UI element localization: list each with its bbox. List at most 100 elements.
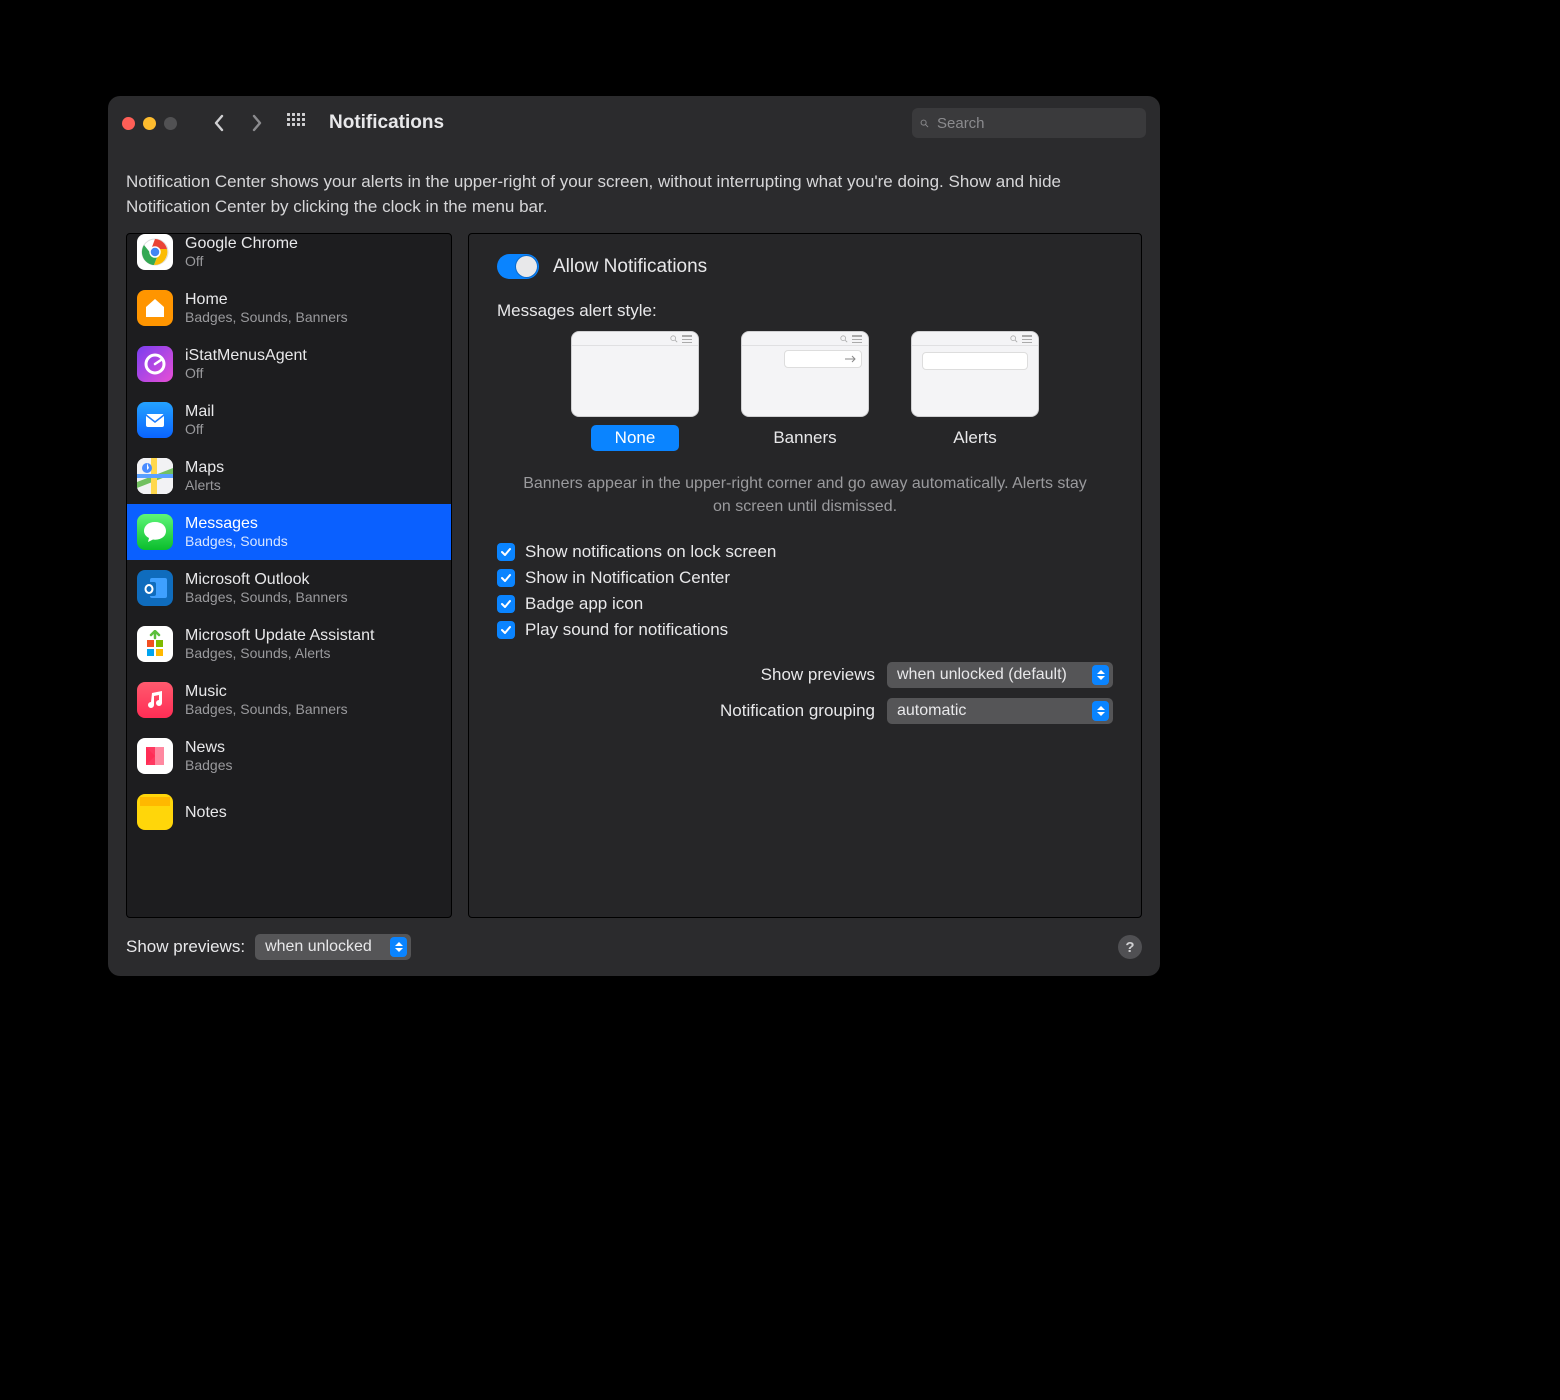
search-field[interactable]: [912, 108, 1146, 138]
app-sub: Badges, Sounds, Alerts: [185, 645, 374, 662]
sidebar-item-microsoft-update-assistant[interactable]: Microsoft Update AssistantBadges, Sounds…: [127, 616, 451, 672]
alert-style-thumb: [911, 331, 1039, 417]
app-sub: Badges, Sounds, Banners: [185, 589, 348, 606]
sidebar-item-music[interactable]: MusicBadges, Sounds, Banners: [127, 672, 451, 728]
app-name: Mail: [185, 402, 214, 421]
sidebar-item-mail[interactable]: MailOff: [127, 392, 451, 448]
sidebar-item-istatmenusagent[interactable]: iStatMenusAgentOff: [127, 336, 451, 392]
footer-previews-label: Show previews:: [126, 937, 245, 957]
alert-style-thumb: [571, 331, 699, 417]
app-sub: Off: [185, 365, 307, 382]
toggle-knob: [516, 256, 537, 277]
stepper-icon: [390, 937, 407, 957]
show-all-button[interactable]: [287, 113, 307, 133]
alert-style-hint: Banners appear in the upper-right corner…: [517, 473, 1093, 518]
sidebar-item-notes[interactable]: Notes: [127, 784, 451, 840]
home-icon: [137, 290, 173, 326]
sidebar-item-google-chrome[interactable]: Google ChromeOff: [127, 233, 451, 280]
notification-settings-panel: Allow Notifications Messages alert style…: [468, 233, 1142, 918]
select-value: when unlocked (default): [897, 666, 1067, 684]
system-preferences-window: Notifications Notification Center shows …: [108, 96, 1160, 976]
checkbox-show-in-notification-center[interactable]: Show in Notification Center: [497, 568, 1113, 588]
window-controls: [122, 117, 177, 130]
alert-style-none[interactable]: None: [571, 331, 699, 451]
help-button[interactable]: ?: [1118, 935, 1142, 959]
checkmark-icon: [497, 595, 515, 613]
body: Google ChromeOffHomeBadges, Sounds, Bann…: [108, 233, 1160, 918]
msupdate-icon: [137, 626, 173, 662]
alert-style-options: None Banners Alerts: [497, 331, 1113, 451]
allow-notifications-label: Allow Notifications: [553, 256, 707, 278]
app-name: Maps: [185, 458, 224, 477]
alert-style-alerts[interactable]: Alerts: [911, 331, 1039, 451]
back-button[interactable]: [205, 109, 233, 137]
sidebar-item-maps[interactable]: MapsAlerts: [127, 448, 451, 504]
sidebar-item-messages[interactable]: MessagesBadges, Sounds: [127, 504, 451, 560]
notification-selects: Show previews when unlocked (default) Noti…: [497, 652, 1113, 724]
checkbox-show-notifications-on-lock-screen[interactable]: Show notifications on lock screen: [497, 542, 1113, 562]
music-icon: [137, 682, 173, 718]
select-value: automatic: [897, 702, 966, 720]
app-sub: Badges, Sounds: [185, 533, 288, 550]
app-name: Microsoft Outlook: [185, 570, 348, 589]
mail-icon: [137, 402, 173, 438]
sidebar-item-news[interactable]: NewsBadges: [127, 728, 451, 784]
alert-style-label: None: [591, 425, 680, 451]
chrome-icon: [137, 234, 173, 270]
checkbox-play-sound-for-notifications[interactable]: Play sound for notifications: [497, 620, 1113, 640]
checkbox-label: Badge app icon: [525, 594, 643, 614]
news-icon: [137, 738, 173, 774]
app-name: Notes: [185, 803, 227, 822]
sidebar-item-home[interactable]: HomeBadges, Sounds, Banners: [127, 280, 451, 336]
toolbar: Notifications: [108, 96, 1160, 150]
app-name: Google Chrome: [185, 234, 298, 253]
checkbox-badge-app-icon[interactable]: Badge app icon: [497, 594, 1113, 614]
sidebar-item-microsoft-outlook[interactable]: Microsoft OutlookBadges, Sounds, Banners: [127, 560, 451, 616]
select-label: Show previews: [761, 665, 875, 685]
stepper-icon: [1092, 665, 1109, 685]
app-name: Microsoft Update Assistant: [185, 626, 374, 645]
search-icon: [920, 116, 929, 131]
checkbox-label: Play sound for notifications: [525, 620, 728, 640]
minimize-window-button[interactable]: [143, 117, 156, 130]
app-name: News: [185, 738, 232, 757]
show-previews-select[interactable]: when unlocked (default): [887, 662, 1113, 688]
app-name: Music: [185, 682, 348, 701]
checkmark-icon: [497, 543, 515, 561]
notification-grouping-select[interactable]: automatic: [887, 698, 1113, 724]
intro-text: Notification Center shows your alerts in…: [108, 150, 1160, 233]
page-title: Notifications: [329, 112, 444, 134]
notes-icon: [137, 794, 173, 830]
outlook-icon: [137, 570, 173, 606]
app-name: Home: [185, 290, 348, 309]
alert-style-label: Alerts: [929, 425, 1020, 451]
forward-button[interactable]: [243, 109, 271, 137]
checkbox-label: Show in Notification Center: [525, 568, 730, 588]
app-list[interactable]: Google ChromeOffHomeBadges, Sounds, Bann…: [126, 233, 452, 918]
notification-checkboxes: Show notifications on lock screen Show in…: [497, 536, 1113, 646]
alert-style-thumb: [741, 331, 869, 417]
footer-previews-select[interactable]: when unlocked: [255, 934, 411, 960]
footer: Show previews: when unlocked ?: [108, 918, 1160, 976]
maps-icon: [137, 458, 173, 494]
zoom-window-button[interactable]: [164, 117, 177, 130]
close-window-button[interactable]: [122, 117, 135, 130]
checkmark-icon: [497, 621, 515, 639]
app-name: Messages: [185, 514, 288, 533]
app-sub: Badges, Sounds, Banners: [185, 309, 348, 326]
allow-notifications-toggle[interactable]: [497, 254, 539, 279]
checkbox-label: Show notifications on lock screen: [525, 542, 776, 562]
app-sub: Badges: [185, 757, 232, 774]
search-input[interactable]: [935, 114, 1138, 133]
app-sub: Alerts: [185, 477, 224, 494]
select-label: Notification grouping: [720, 701, 875, 721]
stepper-icon: [1092, 701, 1109, 721]
alert-style-label: Banners: [749, 425, 860, 451]
alert-style-label: Messages alert style:: [497, 301, 1113, 321]
checkmark-icon: [497, 569, 515, 587]
footer-previews-value: when unlocked: [265, 938, 372, 956]
app-sub: Off: [185, 421, 214, 438]
alert-style-banners[interactable]: Banners: [741, 331, 869, 451]
app-sub: Off: [185, 253, 298, 270]
istat-icon: [137, 346, 173, 382]
